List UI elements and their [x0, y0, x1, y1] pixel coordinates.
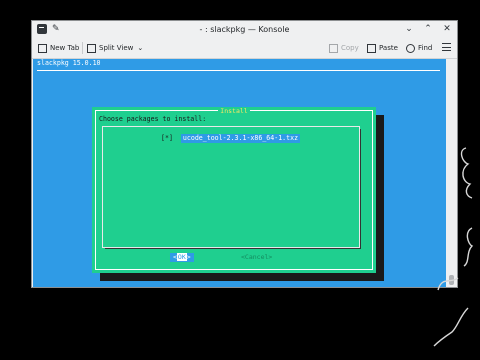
cancel-label: Cancel [244, 253, 269, 261]
cancel-button[interactable]: <Cancel> [241, 253, 272, 262]
paste-label: Paste [379, 44, 398, 52]
close-icon[interactable]: ✕ [441, 23, 453, 35]
paste-button[interactable]: Paste [367, 41, 398, 55]
ok-label: OK [176, 253, 187, 261]
konsole-window: ✎ - : slackpkg — Konsole ⌄ ⌃ ✕ New Tab S… [31, 20, 458, 288]
window-title: - : slackpkg — Konsole [199, 25, 290, 34]
package-checkbox[interactable]: [*] [161, 134, 173, 143]
title-bar[interactable]: ✎ - : slackpkg — Konsole ⌄ ⌃ ✕ [32, 21, 457, 39]
copy-icon [329, 43, 338, 53]
menu-icon[interactable] [442, 43, 451, 51]
find-button[interactable]: Find [406, 41, 432, 55]
minimize-icon[interactable]: ⌄ [403, 23, 415, 35]
toolbar: New Tab Split View ⌄ Copy Paste Find [32, 38, 457, 59]
package-list: [*] ucode_tool-2.3.1-x86_64-1.txz [102, 126, 361, 249]
dialog-prompt: Choose packages to install: [99, 115, 207, 123]
handwriting-marks [433, 147, 474, 347]
paste-icon [367, 43, 376, 53]
new-tab-button[interactable]: New Tab [38, 41, 79, 55]
terminal-rule [37, 70, 440, 71]
new-tab-icon [38, 43, 47, 53]
dialog-title: Install [218, 107, 250, 115]
install-dialog: Install Choose packages to install: [*] … [92, 107, 376, 273]
list-item[interactable]: [*] ucode_tool-2.3.1-x86_64-1.txz [161, 134, 301, 143]
terminal-area[interactable]: slackpkg 15.0.10 Install Choose packages… [33, 59, 446, 287]
new-tab-label: New Tab [50, 44, 80, 52]
terminal-header: slackpkg 15.0.10 [37, 59, 101, 67]
split-view-icon [87, 43, 96, 53]
split-view-label: Split View [99, 44, 134, 52]
copy-label: Copy [341, 44, 359, 52]
copy-button[interactable]: Copy [329, 41, 359, 55]
find-label: Find [418, 44, 433, 52]
maximize-icon[interactable]: ⌃ [422, 23, 434, 35]
ok-button[interactable]: <OK> [170, 253, 194, 262]
chevron-down-icon: ⌄ [137, 44, 144, 52]
split-view-button[interactable]: Split View ⌄ [87, 41, 143, 55]
package-name[interactable]: ucode_tool-2.3.1-x86_64-1.txz [180, 134, 301, 143]
search-icon [406, 43, 415, 53]
